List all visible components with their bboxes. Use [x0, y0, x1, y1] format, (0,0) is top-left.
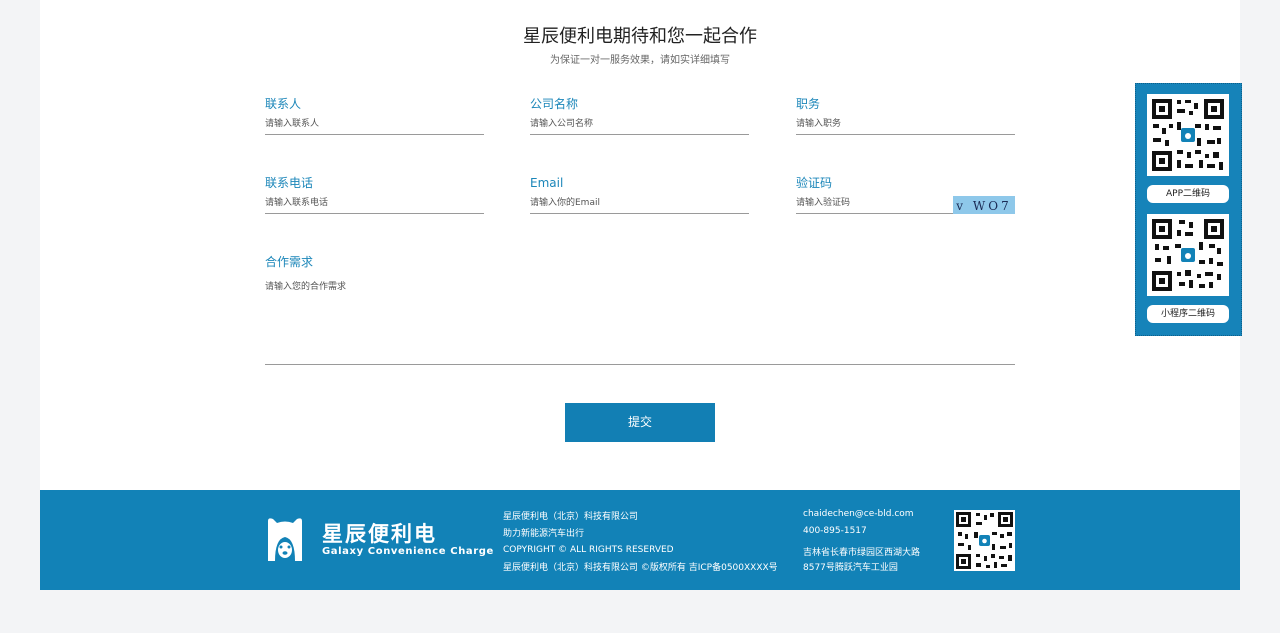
company-field: 公司名称 请输入公司名称 [530, 95, 749, 135]
email-label: Email [530, 176, 564, 190]
captcha-field: 验证码 请输入验证码 v WO7 [796, 174, 1015, 214]
phone-input[interactable]: 请输入联系电话 [265, 197, 484, 214]
footer-address-line1: 吉林省长春市绿园区西湖大路 [803, 548, 921, 558]
page-title: 星辰便利电期待和您一起合作 [523, 26, 757, 47]
submit-button[interactable]: 提交 [565, 403, 715, 442]
phone-field: 联系电话 请输入联系电话 [265, 174, 484, 214]
needs-field: 合作需求 请输入您的合作需求 [265, 253, 1015, 365]
app-qr-label: APP二维码 [1147, 185, 1229, 203]
captcha-image[interactable]: v WO7 [953, 196, 1015, 214]
email-field: Email 请输入你的Email [530, 174, 749, 214]
footer-copyright: COPYRIGHT © ALL RIGHTS RESERVED [503, 545, 674, 555]
needs-textarea[interactable]: 请输入您的合作需求 [265, 279, 1015, 365]
company-label: 公司名称 [530, 97, 579, 111]
position-input[interactable]: 请输入职务 [796, 118, 1015, 135]
position-field: 职务 请输入职务 [796, 95, 1015, 135]
footer: 星辰便利电 Galaxy Convenience Charge 星辰便利电（北京… [40, 490, 1240, 590]
position-label: 职务 [796, 97, 821, 111]
mini-qr-label: 小程序二维码 [1147, 305, 1229, 323]
captcha-label: 验证码 [796, 176, 833, 190]
mini-program-qr-code-icon [1147, 214, 1229, 296]
qr-side-panel: APP二维码 小程序二维码 [1135, 83, 1242, 336]
needs-label: 合作需求 [265, 255, 314, 269]
contact-field: 联系人 请输入联系人 [265, 95, 484, 135]
footer-email[interactable]: chaidechen@ce-bld.com [803, 509, 914, 519]
email-input[interactable]: 请输入你的Email [530, 197, 749, 214]
company-input[interactable]: 请输入公司名称 [530, 118, 749, 135]
footer-slogan: 助力新能源汽车出行 [503, 529, 585, 539]
footer-company: 星辰便利电（北京）科技有限公司 [503, 512, 639, 522]
contact-input[interactable]: 请输入联系人 [265, 118, 484, 135]
captcha-input[interactable]: 请输入验证码 [796, 198, 850, 208]
brand-name-en: Galaxy Convenience Charge [322, 546, 494, 557]
contact-label: 联系人 [265, 97, 302, 111]
footer-qr-code-icon [954, 510, 1015, 571]
bear-logo-icon [265, 517, 305, 563]
footer-phone: 400-895-1517 [803, 526, 867, 536]
captcha-input-row: 请输入验证码 v WO7 [796, 196, 1015, 214]
phone-label: 联系电话 [265, 176, 314, 190]
footer-address-line2: 8577号腾跃汽车工业园 [803, 563, 898, 573]
footer-icp: 星辰便利电（北京）科技有限公司 ©版权所有 吉ICP备0500XXXX号 [503, 563, 778, 573]
app-qr-code-icon [1147, 94, 1229, 176]
brand-name-cn: 星辰便利电 [322, 522, 437, 546]
page-subtitle: 为保证一对一服务效果，请如实详细填写 [550, 55, 730, 66]
